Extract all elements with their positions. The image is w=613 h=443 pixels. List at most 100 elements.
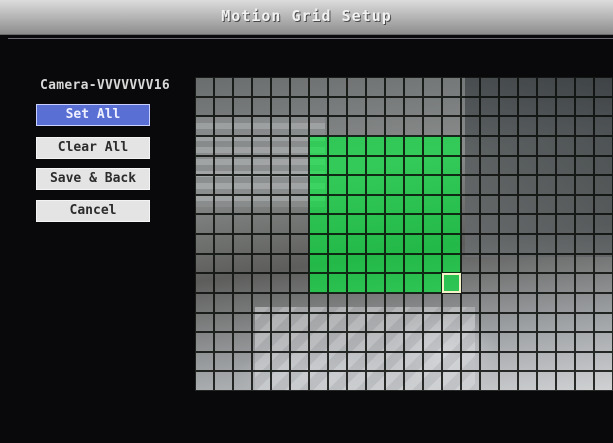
grid-cell[interactable] (556, 292, 575, 313)
grid-cell[interactable] (404, 135, 423, 156)
grid-cell[interactable] (556, 77, 575, 97)
grid-cell[interactable] (385, 155, 404, 176)
grid-cell[interactable] (537, 312, 556, 333)
grid-cell[interactable] (385, 96, 404, 117)
grid-cell[interactable] (594, 273, 613, 293)
grid-cell[interactable] (594, 351, 613, 372)
grid-cell[interactable] (442, 312, 461, 333)
grid-cell[interactable] (347, 135, 366, 156)
grid-cell[interactable] (347, 77, 366, 97)
grid-cell[interactable] (480, 332, 499, 352)
grid-cell[interactable] (423, 116, 442, 136)
grid-cell[interactable] (385, 135, 404, 156)
grid-cell[interactable] (233, 116, 252, 136)
grid-cell[interactable] (423, 292, 442, 313)
grid-cell[interactable] (233, 96, 252, 117)
grid-cell[interactable] (233, 273, 252, 293)
grid-cell[interactable] (195, 96, 214, 117)
grid-cell[interactable] (290, 253, 309, 274)
grid-cell[interactable] (347, 234, 366, 254)
grid-cell[interactable] (271, 234, 290, 254)
grid-cell[interactable] (423, 332, 442, 352)
grid-cell[interactable] (423, 351, 442, 372)
grid-cell[interactable] (290, 292, 309, 313)
grid-cell[interactable] (385, 116, 404, 136)
grid-cell[interactable] (594, 116, 613, 136)
grid-cell[interactable] (271, 155, 290, 176)
grid-cell[interactable] (347, 312, 366, 333)
grid-cell[interactable] (442, 234, 461, 254)
grid-cell[interactable] (271, 292, 290, 313)
grid-cell[interactable] (575, 77, 594, 97)
grid-cell[interactable] (556, 351, 575, 372)
grid-cell[interactable] (309, 234, 328, 254)
grid-cell[interactable] (328, 351, 347, 372)
grid-cell[interactable] (385, 292, 404, 313)
grid-cell[interactable] (575, 116, 594, 136)
grid-cell[interactable] (575, 155, 594, 176)
grid-cell[interactable] (309, 135, 328, 156)
grid-cell[interactable] (233, 155, 252, 176)
grid-cell[interactable] (499, 273, 518, 293)
grid-cell[interactable] (347, 175, 366, 195)
grid-cell[interactable] (252, 77, 271, 97)
grid-cell[interactable] (556, 135, 575, 156)
grid-cell[interactable] (442, 351, 461, 372)
grid-cell[interactable] (366, 312, 385, 333)
grid-cell[interactable] (537, 96, 556, 117)
grid-cell[interactable] (309, 77, 328, 97)
grid-cell[interactable] (309, 175, 328, 195)
grid-cell[interactable] (442, 116, 461, 136)
grid-cell[interactable] (575, 214, 594, 234)
grid-cell[interactable] (385, 332, 404, 352)
grid-cell[interactable] (195, 351, 214, 372)
grid-cell[interactable] (233, 77, 252, 97)
grid-cell[interactable] (575, 312, 594, 333)
grid-cursor-cell[interactable] (442, 273, 461, 293)
grid-cell[interactable] (594, 175, 613, 195)
grid-cell[interactable] (385, 371, 404, 391)
grid-cell[interactable] (290, 214, 309, 234)
grid-cell[interactable] (442, 155, 461, 176)
grid-cell[interactable] (480, 351, 499, 372)
grid-cell[interactable] (252, 292, 271, 313)
grid-cell[interactable] (366, 155, 385, 176)
grid-cell[interactable] (442, 371, 461, 391)
grid-cell[interactable] (271, 312, 290, 333)
grid-cell[interactable] (537, 77, 556, 97)
grid-cell[interactable] (328, 194, 347, 215)
grid-cell[interactable] (290, 312, 309, 333)
grid-cell[interactable] (575, 273, 594, 293)
grid-cell[interactable] (309, 214, 328, 234)
grid-cell[interactable] (537, 175, 556, 195)
grid-cell[interactable] (214, 116, 233, 136)
grid-cell[interactable] (556, 175, 575, 195)
grid-cell[interactable] (575, 135, 594, 156)
grid-cell[interactable] (594, 371, 613, 391)
grid-cell[interactable] (499, 214, 518, 234)
grid-cell[interactable] (423, 77, 442, 97)
grid-cell[interactable] (214, 175, 233, 195)
grid-cell[interactable] (233, 253, 252, 274)
grid-cell[interactable] (575, 175, 594, 195)
grid-cell[interactable] (442, 194, 461, 215)
grid-cell[interactable] (195, 77, 214, 97)
grid-cell[interactable] (347, 96, 366, 117)
grid-cell[interactable] (461, 312, 480, 333)
grid-cell[interactable] (328, 253, 347, 274)
grid-cell[interactable] (518, 312, 537, 333)
grid-cell[interactable] (195, 273, 214, 293)
motion-grid[interactable] (195, 77, 613, 391)
grid-cell[interactable] (233, 332, 252, 352)
grid-cell[interactable] (537, 253, 556, 274)
grid-cell[interactable] (366, 116, 385, 136)
grid-cell[interactable] (461, 292, 480, 313)
grid-cell[interactable] (366, 77, 385, 97)
set-all-button[interactable]: Set All (36, 104, 150, 126)
grid-cell[interactable] (233, 371, 252, 391)
grid-cell[interactable] (252, 116, 271, 136)
grid-cell[interactable] (214, 292, 233, 313)
grid-cell[interactable] (480, 155, 499, 176)
grid-cell[interactable] (290, 116, 309, 136)
grid-cell[interactable] (518, 135, 537, 156)
